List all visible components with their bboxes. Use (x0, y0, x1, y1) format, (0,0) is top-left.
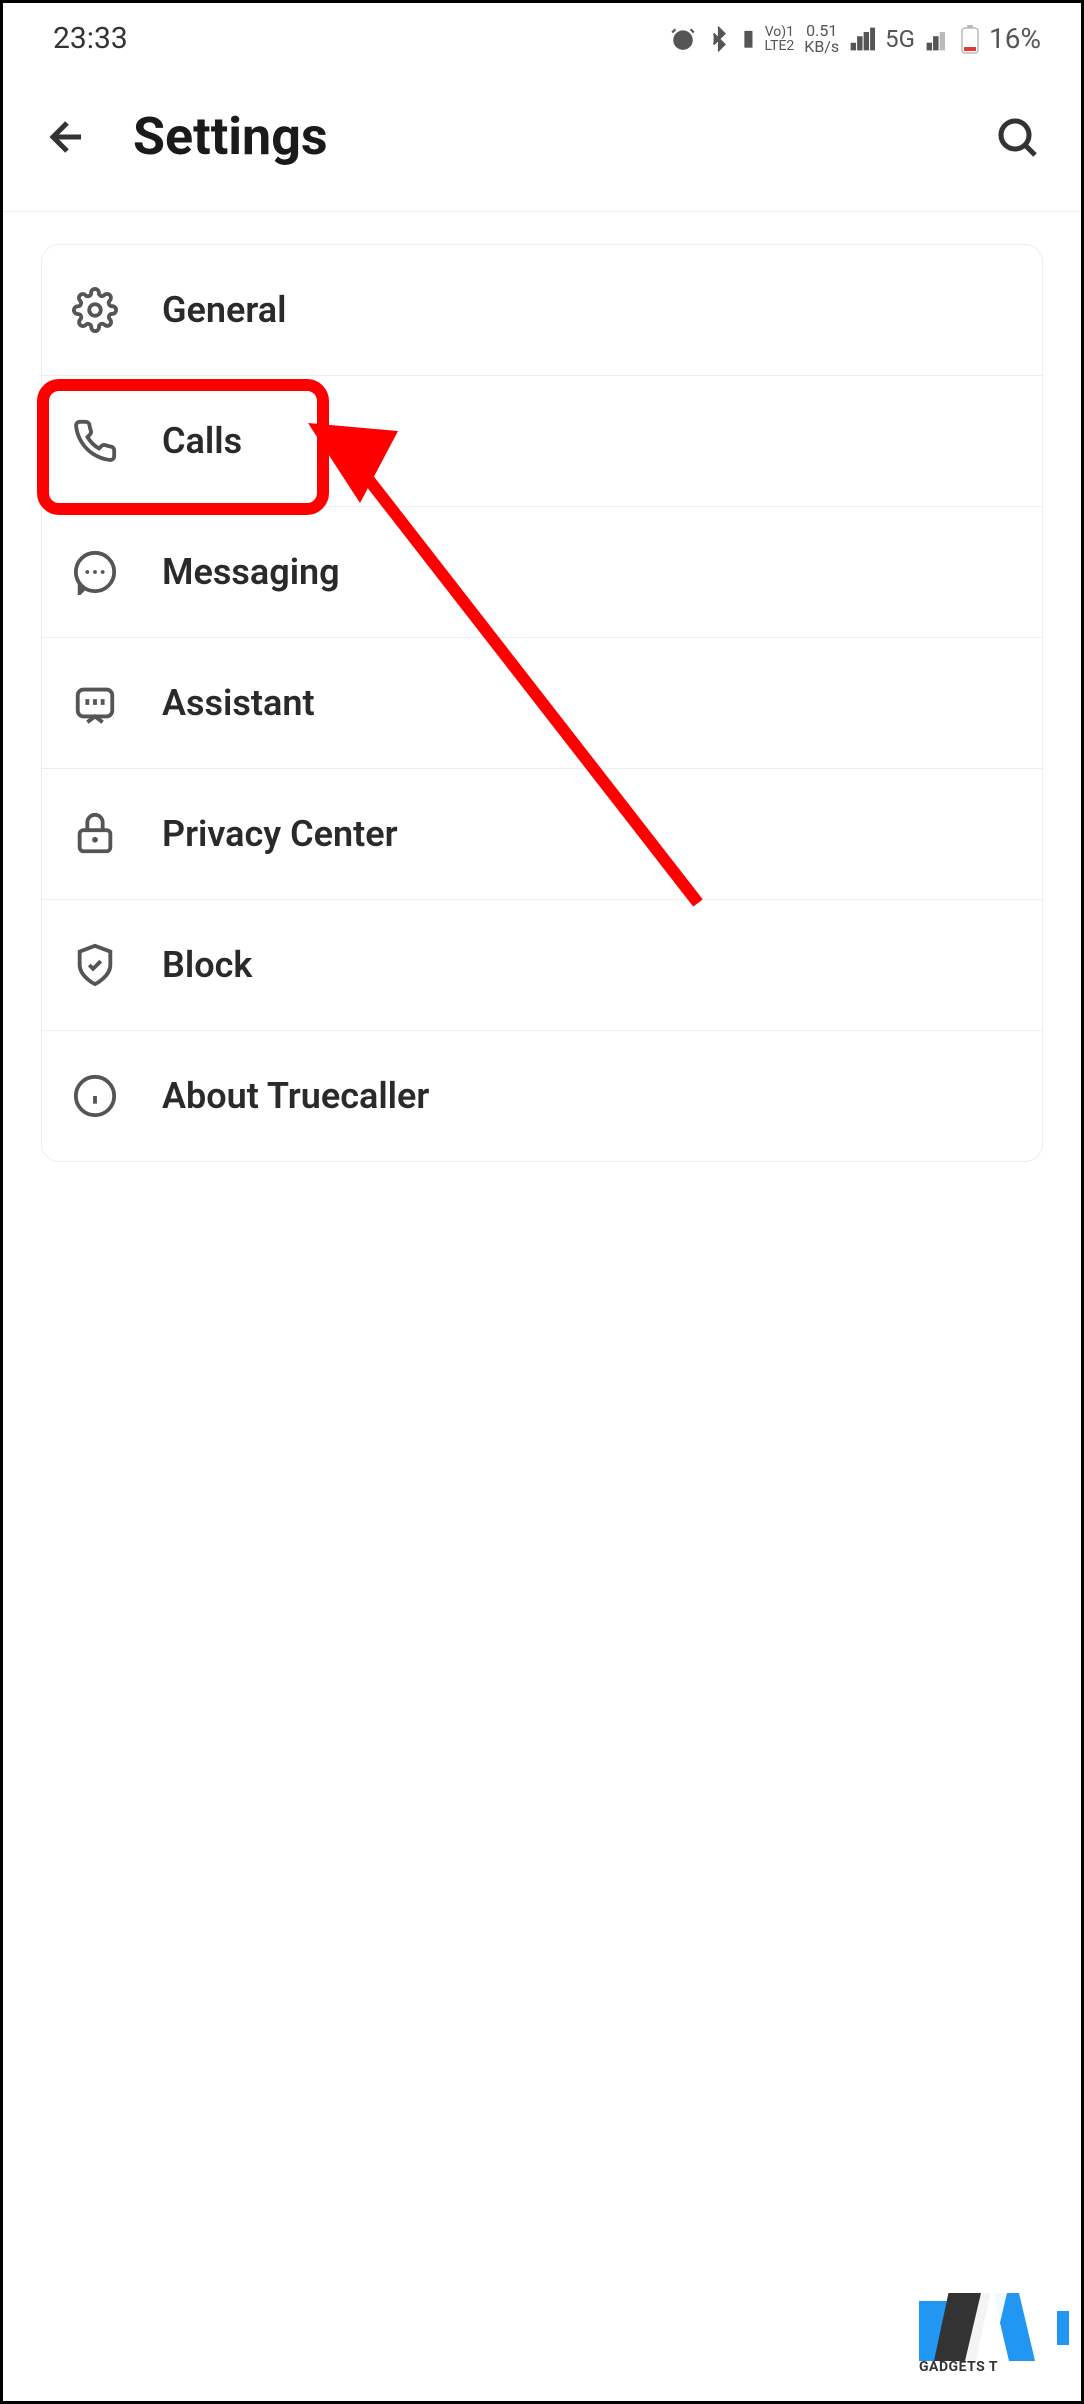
status-icons: ▮ Vo)1 LTE2 0.51 KB/s 5G 16% (670, 22, 1041, 55)
setting-label: Messaging (162, 551, 340, 593)
setting-label: Assistant (162, 682, 315, 724)
battery-icon (961, 24, 979, 54)
battery-percent: 16% (989, 22, 1041, 55)
gear-icon (72, 287, 118, 333)
setting-item-general[interactable]: General (42, 245, 1042, 376)
assistant-icon (72, 680, 118, 726)
chat-icon (72, 549, 118, 595)
watermark-logo: GADGETS T (919, 2281, 1039, 2371)
alarm-icon (670, 26, 696, 52)
status-bar: 23:33 ▮ Vo)1 LTE2 0.51 KB/s 5G 16% (3, 3, 1081, 74)
phone-icon (72, 418, 118, 464)
network-speed: 0.51 KB/s (804, 23, 839, 55)
setting-label: General (162, 289, 286, 331)
setting-label: Calls (162, 420, 242, 462)
network-type: 5G (885, 25, 915, 53)
shield-icon (72, 942, 118, 988)
status-time: 23:33 (53, 21, 128, 56)
setting-item-messaging[interactable]: Messaging (42, 507, 1042, 638)
setting-item-calls[interactable]: Calls (42, 376, 1042, 507)
app-header: Settings (3, 74, 1081, 212)
signal2-icon (925, 26, 951, 52)
lte-indicator: Vo)1 LTE2 (764, 25, 794, 53)
search-button[interactable] (993, 113, 1041, 161)
setting-item-block[interactable]: Block (42, 900, 1042, 1031)
setting-item-about[interactable]: About Truecaller (42, 1031, 1042, 1161)
page-title: Settings (133, 106, 993, 167)
setting-item-privacy[interactable]: Privacy Center (42, 769, 1042, 900)
watermark: GADGETS T (919, 2281, 1069, 2371)
svg-text:GADGETS T: GADGETS T (919, 2359, 998, 2371)
bluetooth-icon (706, 26, 732, 52)
settings-list: General Calls Messaging Assistant Privac… (41, 244, 1043, 1162)
bluetooth-battery-icon: ▮ (742, 26, 754, 51)
back-button[interactable] (43, 113, 91, 161)
setting-label: About Truecaller (162, 1075, 429, 1117)
setting-label: Block (162, 944, 252, 986)
lock-icon (72, 811, 118, 857)
signal-icon (849, 26, 875, 52)
watermark-accent (1057, 2311, 1069, 2345)
setting-label: Privacy Center (162, 813, 398, 855)
info-icon (72, 1073, 118, 1119)
setting-item-assistant[interactable]: Assistant (42, 638, 1042, 769)
